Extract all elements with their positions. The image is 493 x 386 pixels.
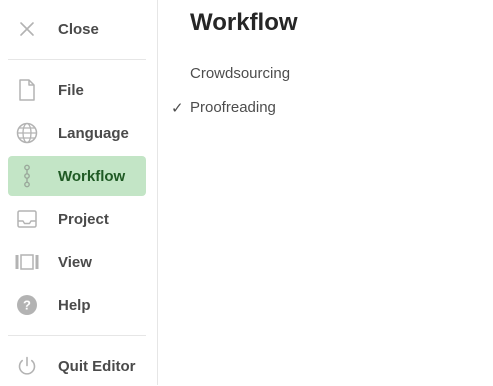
divider [8, 335, 146, 336]
sidebar-item-label: Project [58, 210, 109, 228]
globe-icon [16, 122, 38, 144]
sidebar-item-help[interactable]: ? Help [8, 285, 146, 325]
page-title: Workflow [190, 9, 298, 36]
main-panel: Workflow Crowdsourcing ✓ Proofreading [158, 0, 493, 385]
workflow-icon [22, 164, 32, 188]
view-icon [15, 254, 39, 270]
quit-editor-button[interactable]: Quit Editor [8, 346, 146, 386]
svg-text:?: ? [23, 298, 31, 313]
sidebar-item-language[interactable]: Language [8, 113, 146, 153]
sidebar-item-label: Workflow [58, 167, 126, 185]
sidebar-item-view[interactable]: View [8, 242, 146, 282]
option-crowdsourcing[interactable]: Crowdsourcing [190, 65, 290, 82]
sidebar-item-file[interactable]: File [8, 70, 146, 110]
close-label: Close [58, 20, 99, 38]
sidebar-item-workflow[interactable]: Workflow [8, 156, 146, 196]
sidebar-item-project[interactable]: Project [8, 199, 146, 239]
sidebar-item-label: Help [58, 296, 91, 314]
sidebar-item-label: File [58, 81, 84, 99]
close-icon [19, 21, 35, 37]
sidebar-item-label: Language [58, 124, 129, 142]
sidebar-item-label: View [58, 253, 92, 271]
sidebar: Close File Language Workflow Project Vie… [0, 0, 158, 385]
option-proofreading[interactable]: Proofreading [190, 99, 276, 116]
power-icon [17, 356, 37, 376]
quit-editor-label: Quit Editor [58, 357, 136, 375]
divider [8, 59, 146, 60]
checkmark-icon: ✓ [171, 100, 184, 117]
inbox-icon [17, 210, 37, 228]
file-icon [18, 79, 36, 101]
help-icon: ? [16, 294, 38, 316]
close-button[interactable]: Close [8, 9, 146, 49]
